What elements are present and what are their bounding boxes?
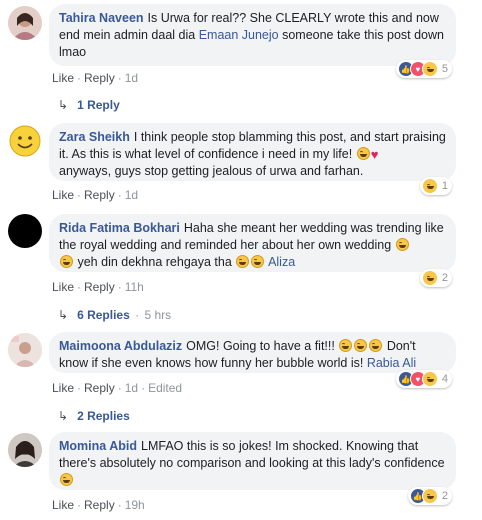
avatar[interactable] [8,433,42,467]
replies-count[interactable]: 2 Replies [77,409,130,423]
avatar[interactable] [8,214,42,248]
reaction-summary[interactable]: 2 [419,269,452,287]
comment-text-line2: anyways, guys stop getting jealous of ur… [59,164,364,178]
view-replies-link[interactable]: ↳ 1 Reply [58,98,120,112]
comment-bubble: Momina Abid LMFAO this is so jokes! Im sh… [49,432,456,490]
reply-button[interactable]: Reply [84,498,115,512]
avatar[interactable] [8,333,42,367]
reaction-summary[interactable]: 👍 2 [407,487,452,505]
reaction-summary[interactable]: 👍 ♥ 4 [395,370,452,388]
replies-count[interactable]: 6 Replies [77,308,130,322]
laughing-emoji-icon [354,339,368,352]
laughing-emoji-icon [339,339,353,352]
view-replies-link[interactable]: ↳ 2 Replies [58,409,130,423]
laughing-emoji-icon [251,255,265,268]
like-button[interactable]: Like [52,188,74,202]
reaction-count: 1 [441,180,448,192]
comment-bubble: Tahira Naveen Is Urwa for real?? She CLEA… [49,4,456,66]
like-button[interactable]: Like [52,280,74,294]
comment-actions: Like · Reply · 19h [52,498,145,512]
rofl-emoji-icon [395,238,409,251]
reaction-count: 2 [441,272,448,284]
comment-text: OMG! Going to have a fit!!! [186,339,335,353]
comment-author[interactable]: Momina Abid [59,439,137,453]
comment-bubble: Rida Fatima Bokhari Haha she meant her we… [49,214,456,272]
laughing-emoji-icon [369,339,383,352]
reply-arrow-icon: ↳ [58,308,69,322]
timestamp[interactable]: 1d [125,381,138,395]
timestamp[interactable]: 1d [125,71,138,85]
avatar[interactable] [8,124,42,158]
view-replies-link[interactable]: ↳ 6 Replies · 5 hrs [58,308,171,322]
timestamp[interactable]: 1d [125,188,138,202]
timestamp[interactable]: 11h [125,280,144,294]
haha-reaction-icon [421,488,438,504]
mention-link[interactable]: Aliza [268,255,295,269]
mention-link[interactable]: Emaan Junejo [199,28,279,42]
reaction-count: 2 [441,490,448,502]
haha-reaction-icon [421,371,438,387]
comment-actions: Like · Reply · 1d [52,188,139,202]
like-button[interactable]: Like [52,71,74,85]
reaction-summary[interactable]: 👍 ♥ 5 [395,60,452,78]
laughing-emoji-icon [356,147,370,160]
like-button[interactable]: Like [52,498,74,512]
reaction-summary[interactable]: 1 [419,177,452,195]
laughing-emoji-icon [60,473,73,486]
comment-actions: Like · Reply · 1d [52,71,139,85]
like-button[interactable]: Like [52,381,74,395]
reply-arrow-icon: ↳ [58,98,69,112]
haha-reaction-icon [421,61,438,77]
laughing-emoji-icon [60,255,73,268]
heart-emoji-icon: ♥ [370,147,379,162]
comment-author[interactable]: Tahira Naveen [59,11,144,25]
comment-author[interactable]: Rida Fatima Bokhari [59,221,180,235]
comment-bubble: Zara Sheikh I think people stop blamming … [49,123,456,181]
timestamp[interactable]: 19h [125,498,145,512]
reply-button[interactable]: Reply [84,280,115,294]
mention-link[interactable]: Rabia Ali [367,356,416,370]
haha-reaction-icon [421,178,438,194]
comment-bubble: Maimoona Abdulaziz OMG! Going to have a f… [49,332,456,373]
haha-reaction-icon [421,270,438,286]
reply-arrow-icon: ↳ [58,409,69,423]
edited-label[interactable]: Edited [148,381,182,395]
reply-button[interactable]: Reply [84,188,115,202]
rofl-emoji-icon [236,255,250,268]
reply-button[interactable]: Reply [84,71,115,85]
avatar[interactable] [8,6,42,40]
reply-button[interactable]: Reply [84,381,115,395]
reaction-count: 5 [441,63,448,75]
comment-author[interactable]: Zara Sheikh [59,130,130,144]
replies-count[interactable]: 1 Reply [77,98,120,112]
replies-timestamp: 5 hrs [144,308,172,322]
comment-text-line2: yeh din dekhna rehgaya tha [77,255,232,269]
comment-actions: Like · Reply · 1d · Edited [52,381,183,395]
reaction-count: 4 [441,373,448,385]
comment-author[interactable]: Maimoona Abdulaziz [59,339,182,353]
comment-actions: Like · Reply · 11h [52,280,144,294]
